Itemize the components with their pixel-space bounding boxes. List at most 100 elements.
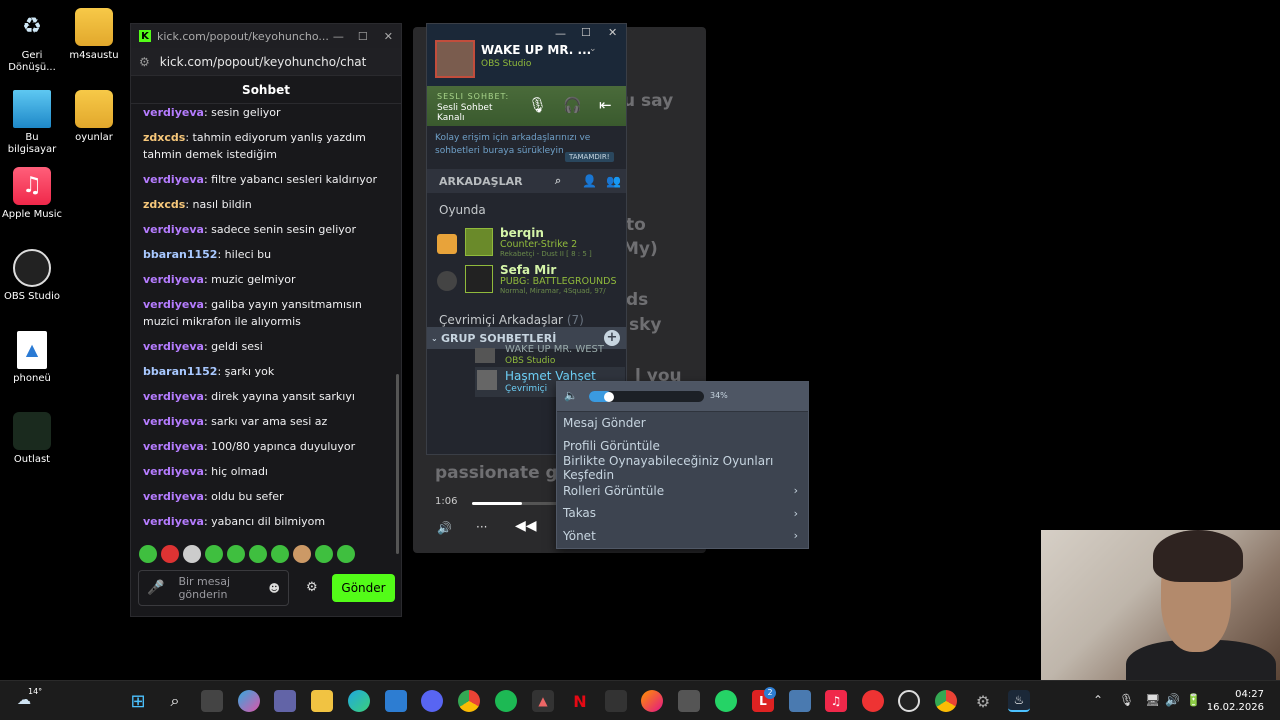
chrome-profile-icon[interactable] (935, 690, 957, 712)
desktop-icon-oyunlar[interactable]: oyunlar (62, 90, 126, 144)
desktop-icon-outlast[interactable]: Outlast (0, 412, 64, 466)
chat-username[interactable]: verdiyeva (143, 515, 204, 528)
chat-username[interactable]: verdiyeva (143, 106, 204, 119)
microphone-icon[interactable]: 🎤 (147, 581, 164, 595)
site-settings-icon[interactable]: ⚙ (139, 55, 150, 69)
more-options-icon[interactable]: ··· (476, 520, 487, 534)
emote-icon[interactable] (293, 545, 311, 563)
desktop-icon-recycle-bin[interactable]: ♻ Geri Dönüşü... (0, 8, 64, 74)
chat-username[interactable]: verdiyeva (143, 390, 204, 403)
friend-row[interactable]: Sefa Mir PUBG: BATTLEGROUNDS Normal, Mir… (437, 263, 617, 297)
rewind-icon[interactable]: ◀◀ (515, 518, 537, 534)
microphone-icon[interactable]: 🎙 (1119, 693, 1134, 707)
chevron-up-icon[interactable]: ⌃ (1093, 693, 1103, 707)
emote-icon[interactable] (183, 545, 201, 563)
emote-icon[interactable] (161, 545, 179, 563)
emote-icon[interactable] (337, 545, 355, 563)
leave-voice-icon[interactable]: ⇤ (599, 96, 612, 114)
settings-icon[interactable]: ⚙ (972, 690, 994, 712)
emote-icon[interactable] (205, 545, 223, 563)
emoji-icon[interactable]: ☻ (269, 582, 280, 595)
context-menu-item[interactable]: Rolleri Görüntüle › (557, 480, 808, 503)
task-view-icon[interactable] (201, 690, 223, 712)
online-friends-header[interactable]: Çevrimiçi Arkadaşlar (7) (439, 313, 584, 327)
chat-username[interactable]: verdiyeva (143, 273, 204, 286)
emote-icon[interactable] (227, 545, 245, 563)
chat-username[interactable]: verdiyeva (143, 440, 204, 453)
emote-icon[interactable] (139, 545, 157, 563)
gear-icon[interactable]: ⚙ (306, 580, 318, 595)
context-menu-item[interactable]: Takas › (557, 502, 808, 525)
close-button[interactable]: ✕ (384, 30, 393, 43)
whatsapp-icon[interactable] (715, 690, 737, 712)
copilot-icon[interactable] (238, 690, 260, 712)
dismiss-hint-button[interactable]: TAMAMDIR! (565, 152, 614, 162)
chat-username[interactable]: zdxcds (143, 198, 185, 211)
maximize-button[interactable]: ☐ (358, 30, 368, 43)
chat-username[interactable]: verdiyeva (143, 465, 204, 478)
chat-username[interactable]: bbaran1152 (143, 365, 217, 378)
add-friend-icon[interactable]: 👤 (582, 174, 597, 188)
emote-icon[interactable] (315, 545, 333, 563)
app-window-icon[interactable] (789, 690, 811, 712)
search-icon[interactable]: ⌕ (164, 690, 186, 712)
add-group-icon[interactable]: 👥 (606, 174, 621, 188)
start-icon[interactable]: ⊞ (127, 690, 149, 712)
clock[interactable]: 04:27 16.02.2026 (1207, 688, 1264, 714)
emote-icon[interactable] (271, 545, 289, 563)
maximize-button[interactable]: ☐ (581, 26, 591, 39)
emote-icon[interactable] (249, 545, 267, 563)
edge-icon[interactable] (348, 690, 370, 712)
app-red-icon[interactable] (862, 690, 884, 712)
search-icon[interactable]: ⌕ (555, 174, 561, 188)
chat-input[interactable]: 🎤 Bir mesaj gönderin ☻ (138, 570, 289, 606)
store-icon[interactable] (385, 690, 407, 712)
volume-icon[interactable]: 🔊 (1165, 693, 1180, 707)
minimize-button[interactable]: — (333, 30, 344, 43)
chevron-down-icon[interactable]: ⌄ (589, 44, 597, 54)
netflix-icon[interactable]: N (569, 690, 591, 712)
app-icon[interactable]: ▲ (532, 690, 554, 712)
snipping-tool-icon[interactable] (678, 690, 700, 712)
teams-icon[interactable] (274, 690, 296, 712)
chat-username[interactable]: verdiyeva (143, 223, 204, 236)
volume-icon[interactable]: 🔊 (437, 521, 452, 535)
firefox-icon[interactable] (641, 690, 663, 712)
game-icon[interactable] (605, 690, 627, 712)
context-menu-item[interactable]: Yönet › (557, 525, 808, 548)
send-button[interactable]: Gönder (332, 574, 395, 602)
chat-username[interactable]: verdiyeva (143, 490, 204, 503)
context-menu-item[interactable]: Mesaj Gönder (557, 412, 808, 435)
chat-username[interactable]: verdiyeva (143, 415, 204, 428)
friend-row[interactable]: berqin Counter-Strike 2 Rekabetçi - Dust… (437, 226, 617, 260)
chat-username[interactable]: verdiyeva (143, 340, 204, 353)
avatar[interactable] (435, 40, 475, 78)
close-button[interactable]: ✕ (608, 26, 617, 39)
discord-icon[interactable] (421, 690, 443, 712)
battery-icon[interactable]: 🔋 (1186, 693, 1201, 707)
profile-name[interactable]: WAKE UP MR. ... (481, 43, 591, 57)
volume-slider-handle[interactable] (604, 392, 614, 402)
minimize-button[interactable]: — (555, 27, 566, 40)
desktop-icon-phoneu[interactable]: ▲ phoneü (0, 331, 64, 385)
chat-username[interactable]: zdxcds (143, 131, 185, 144)
desktop-icon-m4saustu[interactable]: m4saustu (62, 8, 126, 62)
context-menu-item[interactable]: Birlikte Oynayabileceğiniz Oyunları Keşf… (557, 454, 808, 482)
network-icon[interactable]: 🖥 (1145, 693, 1160, 707)
microphone-icon[interactable]: 🎙 (528, 96, 547, 114)
chat-username[interactable]: verdiyeva (143, 173, 204, 186)
apple-music-icon[interactable]: ♫ (825, 690, 847, 712)
headphones-icon[interactable]: 🎧 (563, 96, 582, 114)
steam-icon[interactable]: ♨ (1008, 690, 1030, 712)
spotify-icon[interactable] (495, 690, 517, 712)
add-group-chat-icon[interactable]: + (604, 330, 620, 346)
url-bar[interactable]: ⚙ kick.com/popout/keyohuncho/chat (131, 48, 401, 76)
chat-username[interactable]: bbaran1152 (143, 248, 217, 261)
desktop-icon-apple-music[interactable]: ♫ Apple Music (0, 167, 64, 221)
chat-username[interactable]: verdiyeva (143, 298, 204, 311)
chat-scrollbar[interactable] (396, 374, 399, 554)
obs-icon[interactable] (898, 690, 920, 712)
chrome-icon[interactable] (458, 690, 480, 712)
desktop-icon-obs-studio[interactable]: OBS Studio (0, 249, 64, 303)
file-explorer-icon[interactable] (311, 690, 333, 712)
